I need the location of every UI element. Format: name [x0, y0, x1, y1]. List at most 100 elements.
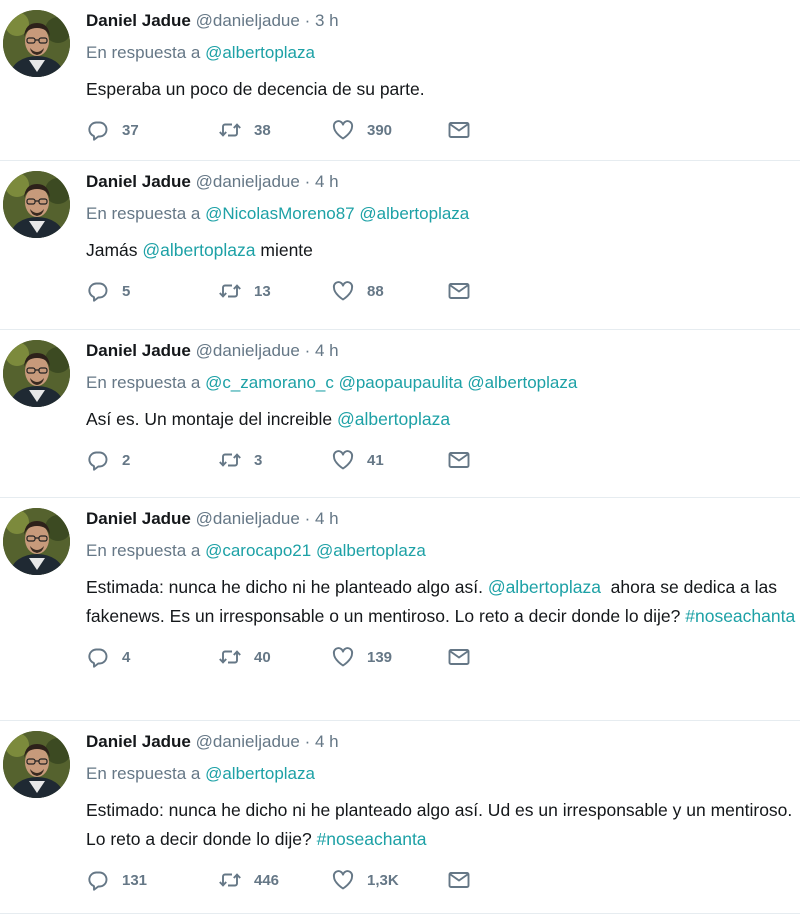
reply-count: 2: [122, 451, 131, 469]
text-segment: miente: [255, 240, 313, 260]
retweet-count: 446: [254, 871, 280, 889]
author-handle[interactable]: @danieljadue: [196, 732, 300, 751]
tweet-header: Daniel Jadue @danieljadue · 4 h: [86, 508, 800, 530]
direct-message-button[interactable]: [447, 645, 471, 669]
tweet[interactable]: Daniel Jadue @danieljadue · 3 h En respu…: [0, 0, 800, 161]
retweet-count: 3: [254, 451, 263, 469]
tweet-actions: 131 446 1,3K: [86, 868, 800, 892]
text-segment: Así es. Un montaje del increible: [86, 409, 337, 429]
tweet[interactable]: Daniel Jadue @danieljadue · 4 h En respu…: [0, 498, 800, 721]
author-handle[interactable]: @danieljadue: [196, 11, 300, 30]
avatar[interactable]: [3, 731, 70, 798]
like-button[interactable]: 139: [331, 645, 447, 669]
like-button[interactable]: 41: [331, 448, 447, 472]
author-handle[interactable]: @danieljadue: [196, 509, 300, 528]
hashtag-link[interactable]: #noseachanta: [685, 606, 795, 626]
author-name[interactable]: Daniel Jadue: [86, 341, 191, 360]
reply-mentions: @c_zamorano_c @paopaupaulita @albertopla…: [205, 373, 577, 392]
separator: ·: [304, 509, 311, 528]
direct-message-button[interactable]: [447, 118, 471, 142]
retweet-icon: [219, 873, 241, 887]
mention-link[interactable]: @albertoplaza: [488, 577, 601, 597]
envelope-icon: [448, 872, 470, 888]
retweet-button[interactable]: 3: [218, 448, 331, 472]
tweet-timestamp[interactable]: 4 h: [315, 341, 339, 360]
reply-mention-link[interactable]: @albertoplaza: [205, 43, 315, 62]
retweet-icon: [219, 453, 241, 467]
mention-link[interactable]: @albertoplaza: [142, 240, 255, 260]
heart-icon: [332, 450, 354, 470]
like-button[interactable]: 390: [331, 118, 447, 142]
author-name[interactable]: Daniel Jadue: [86, 732, 191, 751]
reply-mention-link[interactable]: @albertoplaza: [316, 541, 426, 560]
envelope-icon: [448, 283, 470, 299]
reply-mention-link[interactable]: @albertoplaza: [467, 373, 577, 392]
text-segment: Estimado: nunca he dicho ni he planteado…: [86, 800, 798, 849]
tweet[interactable]: Daniel Jadue @danieljadue · 4 h En respu…: [0, 330, 800, 498]
tweet[interactable]: Daniel Jadue @danieljadue · 4 h En respu…: [0, 721, 800, 914]
reply-mention-link[interactable]: @carocapo21: [205, 541, 311, 560]
separator: ·: [304, 341, 311, 360]
tweet-timestamp[interactable]: 4 h: [315, 509, 339, 528]
heart-icon: [332, 647, 354, 667]
envelope-icon: [448, 452, 470, 468]
reply-prefix: En respuesta a: [86, 541, 201, 560]
like-count: 390: [367, 121, 393, 139]
author-name[interactable]: Daniel Jadue: [86, 11, 191, 30]
author-name[interactable]: Daniel Jadue: [86, 172, 191, 191]
reply-button[interactable]: 131: [86, 868, 218, 892]
separator: ·: [304, 11, 311, 30]
text-segment: Estimada: nunca he dicho ni he planteado…: [86, 577, 488, 597]
reply-button[interactable]: 4: [86, 645, 218, 669]
retweet-icon: [219, 123, 241, 137]
avatar[interactable]: [3, 171, 70, 238]
hashtag-link[interactable]: #noseachanta: [317, 829, 427, 849]
avatar-portrait-icon: [3, 10, 70, 77]
direct-message-button[interactable]: [447, 279, 471, 303]
mention-link[interactable]: @albertoplaza: [337, 409, 450, 429]
avatar[interactable]: [3, 340, 70, 407]
reply-mention-link[interactable]: @paopaupaulita: [339, 373, 463, 392]
reply-icon: [88, 648, 108, 668]
reply-mention-link[interactable]: @c_zamorano_c: [205, 373, 334, 392]
like-button[interactable]: 88: [331, 279, 447, 303]
tweet-timestamp[interactable]: 4 h: [315, 172, 339, 191]
reply-context: En respuesta a @carocapo21 @albertoplaza: [86, 540, 800, 562]
like-button[interactable]: 1,3K: [331, 868, 447, 892]
direct-message-button[interactable]: [447, 868, 471, 892]
retweet-count: 40: [254, 648, 271, 666]
reply-prefix: En respuesta a: [86, 43, 201, 62]
tweet-actions: 37 38 390: [86, 118, 800, 142]
avatar[interactable]: [3, 508, 70, 575]
tweet[interactable]: Daniel Jadue @danieljadue · 4 h En respu…: [0, 161, 800, 330]
heart-icon: [332, 281, 354, 301]
retweet-button[interactable]: 40: [218, 645, 331, 669]
like-count: 88: [367, 282, 384, 300]
tweet-actions: 2 3 41: [86, 448, 800, 472]
retweet-button[interactable]: 446: [218, 868, 331, 892]
tweet-feed: Daniel Jadue @danieljadue · 3 h En respu…: [0, 0, 800, 914]
reply-icon: [88, 871, 108, 891]
direct-message-button[interactable]: [447, 448, 471, 472]
avatar[interactable]: [3, 10, 70, 77]
reply-context: En respuesta a @albertoplaza: [86, 763, 800, 785]
reply-mentions: @carocapo21 @albertoplaza: [205, 541, 426, 560]
reply-mention-link[interactable]: @albertoplaza: [359, 204, 469, 223]
reply-mentions: @albertoplaza: [205, 43, 315, 62]
reply-mention-link[interactable]: @NicolasMoreno87: [205, 204, 355, 223]
reply-mentions: @NicolasMoreno87 @albertoplaza: [205, 204, 469, 223]
tweet-actions: 5 13 88: [86, 279, 800, 303]
reply-mention-link[interactable]: @albertoplaza: [205, 764, 315, 783]
author-name[interactable]: Daniel Jadue: [86, 509, 191, 528]
tweet-timestamp[interactable]: 4 h: [315, 732, 339, 751]
author-handle[interactable]: @danieljadue: [196, 172, 300, 191]
retweet-button[interactable]: 38: [218, 118, 331, 142]
like-count: 41: [367, 451, 384, 469]
tweet-timestamp[interactable]: 3 h: [315, 11, 339, 30]
reply-button[interactable]: 37: [86, 118, 218, 142]
retweet-button[interactable]: 13: [218, 279, 331, 303]
author-handle[interactable]: @danieljadue: [196, 341, 300, 360]
reply-button[interactable]: 5: [86, 279, 218, 303]
envelope-icon: [448, 122, 470, 138]
reply-button[interactable]: 2: [86, 448, 218, 472]
